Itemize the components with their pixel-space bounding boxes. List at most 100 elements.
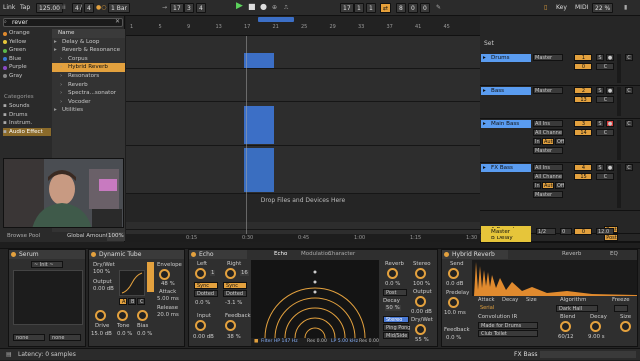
echo-tab[interactable]: Echo xyxy=(274,251,287,257)
output-knob[interactable] xyxy=(415,296,426,307)
blend-value[interactable]: 60/12 xyxy=(558,334,574,340)
decay-knob[interactable] xyxy=(590,321,601,332)
preset-select[interactable]: ~ Init ~ xyxy=(31,261,63,268)
right-offset-value[interactable]: -3.1 % xyxy=(225,300,242,306)
stereo-knob[interactable] xyxy=(415,268,426,279)
impulse-response-display[interactable] xyxy=(472,260,637,296)
right-mode-select[interactable]: Dotted xyxy=(223,290,247,297)
dry-wet-value[interactable]: 55 % xyxy=(415,337,429,343)
feedback-knob[interactable] xyxy=(225,320,236,331)
algorithm-select[interactable]: Dark Hall xyxy=(556,305,598,312)
tube-type-button[interactable]: B xyxy=(128,298,136,305)
reverb-position-select[interactable]: Post xyxy=(383,289,407,296)
track-number-button[interactable]: 4 xyxy=(574,164,592,171)
send-knob[interactable] xyxy=(448,268,459,279)
browser-item[interactable]: › Corpus xyxy=(52,55,125,64)
global-amount-value[interactable]: 100% xyxy=(107,232,125,241)
track-number-button[interactable]: 2 xyxy=(574,87,592,94)
right-time-value[interactable]: 16 xyxy=(240,270,249,276)
left-sync-button[interactable]: Sync xyxy=(194,282,218,289)
device-title[interactable]: Hybrid Reverb xyxy=(442,250,508,259)
loop-start-beat[interactable]: 1 xyxy=(354,3,364,13)
pan-field[interactable]: C xyxy=(596,96,614,103)
device-title[interactable]: Dynamic Tube xyxy=(89,250,184,259)
channel-mode-button[interactable]: Mid/Side xyxy=(383,332,409,339)
expand-icon[interactable]: C xyxy=(625,87,633,94)
browser-item[interactable]: ▸ Utilities xyxy=(52,106,125,115)
track-fold-icon[interactable]: ▸ xyxy=(483,87,486,95)
device-title[interactable]: Echo xyxy=(189,250,247,259)
tempo-field[interactable]: 125.00 xyxy=(36,3,63,13)
input-channel-select[interactable]: All Channe xyxy=(533,173,563,180)
track-fold-icon[interactable]: ▸ xyxy=(483,54,486,62)
monitor-auto-button[interactable]: Auto xyxy=(542,182,554,189)
output-select[interactable]: none xyxy=(49,334,81,341)
monitor-off-button[interactable]: Off xyxy=(555,182,565,189)
solo-button[interactable]: S xyxy=(596,164,604,171)
output-value[interactable]: 0.00 dB xyxy=(411,309,432,315)
hp-res-value[interactable]: Res 0.00 xyxy=(307,338,327,346)
size-knob[interactable] xyxy=(620,321,631,332)
expand-icon[interactable]: C xyxy=(625,120,633,127)
lp-res-value[interactable]: Res 0.00 xyxy=(359,338,379,346)
track-fold-icon[interactable]: ▸ xyxy=(483,164,486,172)
loop-length-sixteenth[interactable]: 0 xyxy=(420,3,430,13)
clip[interactable] xyxy=(244,148,274,192)
solo-button[interactable]: S xyxy=(596,87,604,94)
clip[interactable] xyxy=(244,53,274,68)
arm-button[interactable]: ● xyxy=(606,54,614,61)
ir-select[interactable]: Club Toilet xyxy=(478,330,538,337)
tube-type-button[interactable]: C xyxy=(137,298,145,305)
envelope-knob[interactable] xyxy=(159,269,170,280)
blend-knob[interactable] xyxy=(560,321,571,332)
name-column-header[interactable]: Name xyxy=(52,29,125,38)
predelay-knob[interactable] xyxy=(448,297,459,308)
track-lane-bass[interactable] xyxy=(126,69,480,102)
input-value[interactable]: 0.00 dB xyxy=(193,334,214,340)
envelope-value[interactable]: 48 % xyxy=(161,281,175,287)
expand-icon[interactable]: C xyxy=(625,54,633,61)
loop-switch-icon[interactable]: ⇄ xyxy=(380,3,392,13)
power-icon[interactable] xyxy=(444,252,449,257)
input-channel-select[interactable]: All Channe xyxy=(533,129,563,136)
left-time-knob[interactable] xyxy=(195,268,206,279)
return-lane-reverb[interactable] xyxy=(126,222,480,230)
follow-icon[interactable]: → xyxy=(162,3,167,13)
output-route-select[interactable]: Master xyxy=(533,147,563,154)
position-beat[interactable]: 3 xyxy=(184,3,194,13)
track-lane-fx-bass[interactable] xyxy=(126,146,480,194)
release-value[interactable]: 20.0 ms xyxy=(157,312,179,318)
drive-value[interactable]: 15.0 dB xyxy=(91,331,112,337)
output-route-select[interactable]: Master xyxy=(533,191,563,198)
device-overview-strip[interactable] xyxy=(540,351,636,358)
track-view-icon[interactable]: ▤ xyxy=(6,349,12,361)
browser-item[interactable]: › Vocoder xyxy=(52,98,125,107)
browser-item[interactable]: › Resonators xyxy=(52,72,125,81)
track-name[interactable]: Main Bass ▸ xyxy=(481,120,531,128)
device-title[interactable]: Serum xyxy=(9,250,85,259)
channel-mode-button[interactable]: Stereo xyxy=(383,316,409,323)
collection-item[interactable]: Blue xyxy=(3,55,51,64)
time-ruler[interactable]: 0:15 0:30 0:45 1:00 1:15 1:30 xyxy=(126,234,480,242)
pan-field[interactable]: C xyxy=(596,129,614,136)
plugin-window[interactable] xyxy=(13,270,83,325)
track-lane-main-bass[interactable] xyxy=(126,102,480,146)
tap-button[interactable]: Tap xyxy=(20,3,30,13)
dry-wet-knob[interactable] xyxy=(415,324,426,335)
bias-value[interactable]: 0.0 % xyxy=(137,331,152,337)
link-button[interactable]: Link xyxy=(3,3,15,13)
tone-value[interactable]: 0.0 % xyxy=(117,331,132,337)
category-item[interactable]: ▪ Sounds xyxy=(3,102,51,111)
master-volume-field[interactable]: 0 xyxy=(574,228,592,235)
left-time-value[interactable]: 1 xyxy=(210,270,216,276)
key-map-icon[interactable]: ▯ xyxy=(544,3,547,13)
timeline-ruler[interactable]: 1 5 9 13 17 21 25 29 33 37 41 45 xyxy=(126,16,480,36)
monitor-in-button[interactable]: In xyxy=(533,138,541,145)
position-sixteenth[interactable]: 4 xyxy=(196,3,206,13)
collection-item[interactable]: Purple xyxy=(3,63,51,72)
output-value[interactable]: 0.00 dB xyxy=(93,286,114,292)
browser-item[interactable]: › Hybrid Reverb xyxy=(52,63,125,72)
dry-wet-value[interactable]: 100 % xyxy=(93,269,110,275)
browser-item[interactable]: ▸ Delay & Loop xyxy=(52,38,125,47)
input-route-select[interactable]: All Ins xyxy=(533,164,563,171)
